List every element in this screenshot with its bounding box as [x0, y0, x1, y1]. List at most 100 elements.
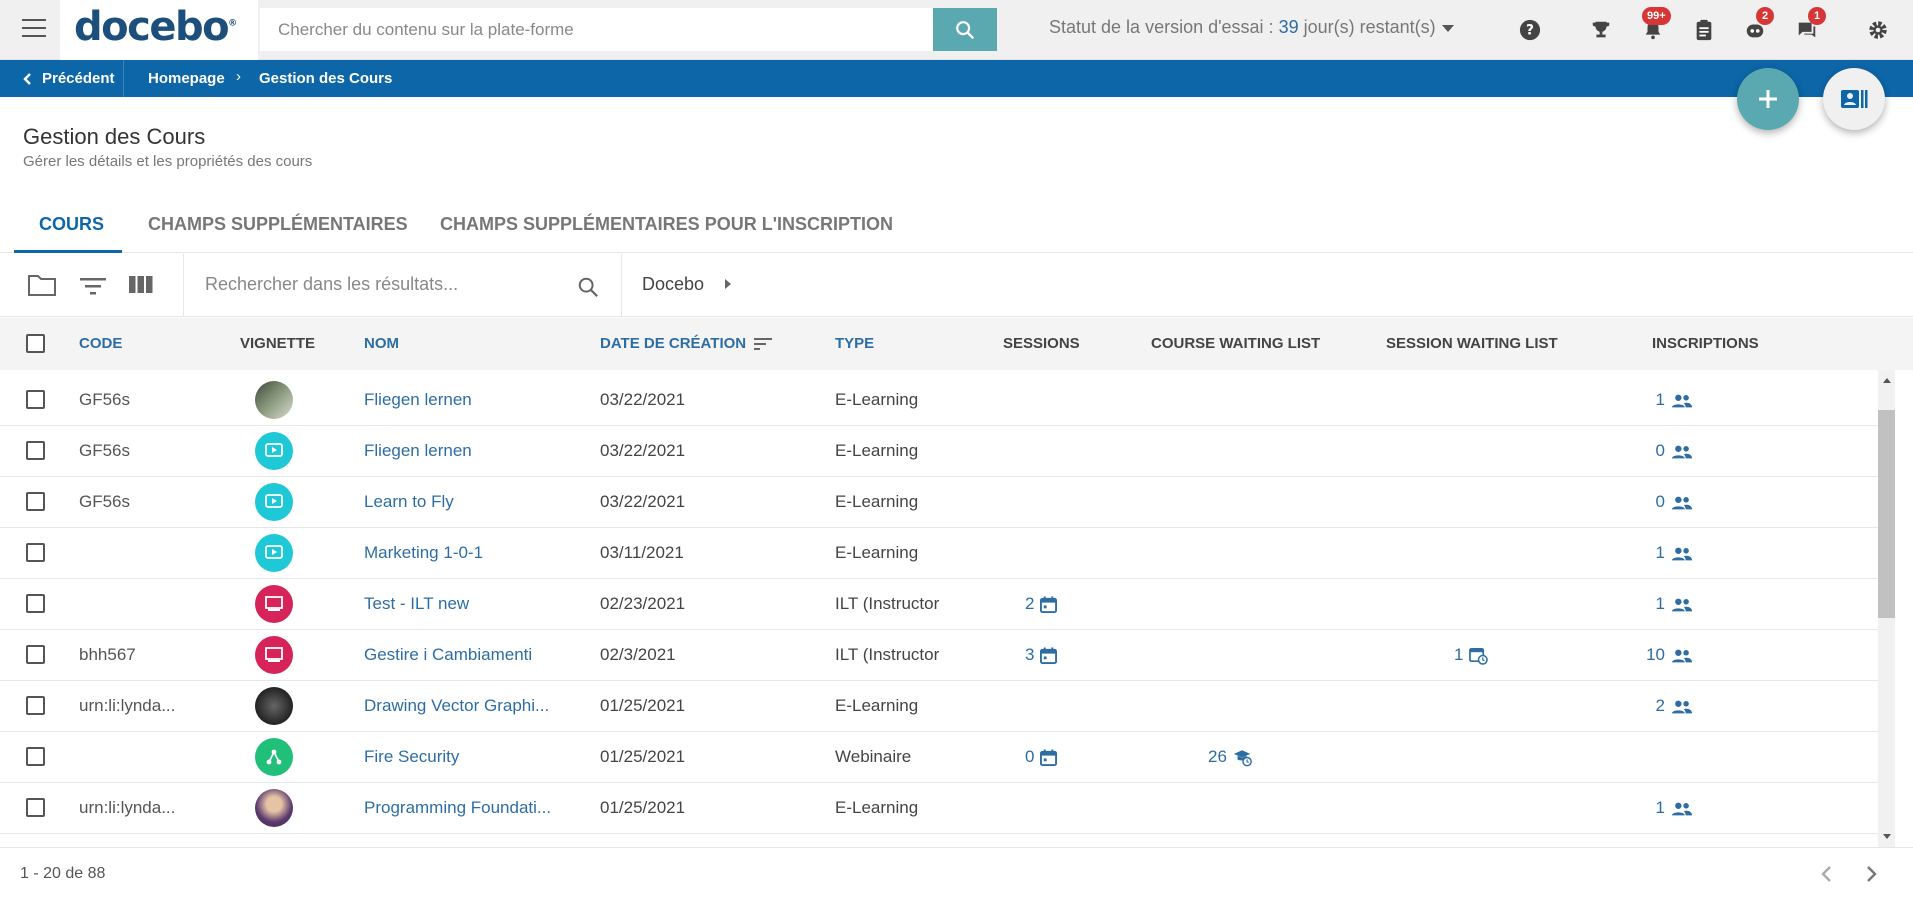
gear-icon[interactable] — [1865, 17, 1891, 43]
enrollments-cell[interactable]: 2 — [1656, 696, 1693, 716]
enrollments-count[interactable]: 1 — [1656, 798, 1665, 817]
select-all-checkbox[interactable] — [26, 334, 45, 353]
tab-champs-supplementaires[interactable]: CHAMPS SUPPLÉMENTAIRES — [148, 214, 408, 235]
notifications-badge: 99+ — [1642, 7, 1671, 25]
enrollments-count[interactable]: 1 — [1656, 543, 1665, 562]
tab-cours[interactable]: COURS — [39, 214, 104, 235]
row-checkbox[interactable] — [26, 747, 45, 766]
table-row[interactable] — [0, 834, 1878, 837]
course-waiting-count[interactable]: 26 — [1208, 747, 1227, 766]
enrollments-count[interactable]: 0 — [1656, 441, 1665, 460]
folder-breadcrumb[interactable]: Docebo — [642, 274, 733, 295]
row-checkbox[interactable] — [26, 441, 45, 460]
scroll-down-arrow[interactable] — [1878, 829, 1895, 845]
tab-champs-inscription[interactable]: CHAMPS SUPPLÉMENTAIRES POUR L'INSCRIPTIO… — [440, 214, 893, 235]
help-icon[interactable]: ? — [1517, 17, 1543, 43]
session-waiting-cell[interactable]: 1 — [1454, 645, 1489, 665]
course-name-link[interactable]: Test - ILT new — [364, 594, 469, 614]
course-name-link[interactable]: Marketing 1-0-1 — [364, 543, 483, 563]
table-row[interactable]: GF56s Fliegen lernen 03/22/2021 E-Learning 1 — [0, 375, 1878, 426]
enrollments-count[interactable]: 0 — [1656, 492, 1665, 511]
scrollbar-thumb[interactable] — [1878, 410, 1895, 618]
course-name-link[interactable]: Fire Security — [364, 747, 459, 767]
menu-icon[interactable] — [22, 19, 46, 39]
row-checkbox[interactable] — [26, 543, 45, 562]
enrollments-cell[interactable]: 1 — [1656, 798, 1693, 818]
user-card-button[interactable] — [1823, 68, 1885, 130]
search-button[interactable] — [933, 8, 997, 51]
row-checkbox[interactable] — [26, 798, 45, 817]
table-row[interactable]: Marketing 1-0-1 03/11/2021 E-Learning 1 — [0, 528, 1878, 579]
caret-down-icon — [1441, 24, 1454, 32]
table-row[interactable]: GF56s Learn to Fly 03/22/2021 E-Learning 0 — [0, 477, 1878, 528]
row-checkbox[interactable] — [26, 645, 45, 664]
columns-icon[interactable] — [129, 275, 153, 300]
enrollments-count[interactable]: 2 — [1656, 696, 1665, 715]
breadcrumb-current: Gestion des Cours — [259, 70, 393, 87]
share-icon — [266, 749, 282, 765]
course-name-link[interactable]: Learn to Fly — [364, 492, 454, 512]
toolbar-divider — [183, 254, 184, 317]
calendar-icon — [1040, 596, 1058, 614]
course-name-link[interactable]: Drawing Vector Graphi... — [364, 696, 549, 716]
enrollments-cell[interactable]: 10 — [1646, 645, 1693, 665]
top-bar: docebo® Chercher du contenu sur la plate… — [0, 0, 1913, 60]
row-checkbox[interactable] — [26, 390, 45, 409]
session-waiting-count[interactable]: 1 — [1454, 645, 1463, 664]
course-name-link[interactable]: Fliegen lernen — [364, 441, 472, 461]
enrollments-cell[interactable]: 1 — [1656, 390, 1693, 410]
column-type[interactable]: TYPE — [835, 335, 874, 352]
enrollments-cell[interactable]: 1 — [1656, 543, 1693, 563]
filter-icon[interactable] — [80, 276, 106, 301]
enrollments-cell[interactable]: 0 — [1656, 441, 1693, 461]
sessions-count[interactable]: 3 — [1025, 645, 1034, 664]
bot-icon[interactable]: 2 — [1742, 7, 1774, 43]
course-name-link[interactable]: Programming Foundati... — [364, 798, 551, 818]
sessions-count[interactable]: 0 — [1025, 747, 1034, 766]
platform-search-input[interactable]: Chercher du contenu sur la plate-forme — [260, 8, 933, 51]
add-button[interactable] — [1737, 68, 1799, 130]
table-row[interactable]: bhh567 Gestire i Cambiamenti 02/3/2021 ILT … — [0, 630, 1878, 681]
bell-icon[interactable]: 99+ — [1640, 7, 1671, 43]
course-name-link[interactable]: Fliegen lernen — [364, 390, 472, 410]
enrollments-count[interactable]: 1 — [1656, 594, 1665, 613]
table-row[interactable]: Test - ILT new 02/23/2021 ILT (Instructor 2… — [0, 579, 1878, 630]
course-waiting-cell[interactable]: 26 — [1208, 747, 1253, 767]
messages-badge: 1 — [1808, 7, 1826, 25]
folder-icon[interactable] — [27, 272, 57, 303]
column-created[interactable]: DATE DE CRÉATION — [600, 335, 773, 352]
previous-page-button[interactable] — [1815, 862, 1837, 886]
table-row[interactable]: urn:li:lynda... Drawing Vector Graphi... 0… — [0, 681, 1878, 732]
course-name-link[interactable]: Gestire i Cambiamenti — [364, 645, 532, 665]
trial-status[interactable]: Statut de la version d'essai : 39 jour(s… — [1049, 17, 1454, 38]
row-checkbox[interactable] — [26, 594, 45, 613]
table-row[interactable]: GF56s Fliegen lernen 03/22/2021 E-Learning 0 — [0, 426, 1878, 477]
next-page-button[interactable] — [1861, 862, 1883, 886]
chat-icon[interactable]: 1 — [1794, 7, 1826, 43]
enrollments-cell[interactable]: 0 — [1656, 492, 1693, 512]
enrollments-count[interactable]: 1 — [1656, 390, 1665, 409]
table-row[interactable]: Fire Security 01/25/2021 Webinaire 0 26 — [0, 732, 1878, 783]
sessions-count[interactable]: 2 — [1025, 594, 1034, 613]
column-name[interactable]: NOM — [364, 335, 399, 352]
sessions-cell[interactable]: 2 — [1025, 594, 1058, 614]
table-row[interactable]: urn:li:lynda... Programming Foundati... 01… — [0, 783, 1878, 834]
clipboard-icon[interactable] — [1691, 17, 1717, 43]
back-button[interactable]: Précédent — [0, 60, 124, 97]
contact-card-icon — [1841, 90, 1868, 108]
enrollments-cell[interactable]: 1 — [1656, 594, 1693, 614]
search-icon[interactable] — [577, 276, 599, 303]
enrollments-count[interactable]: 10 — [1646, 645, 1665, 664]
course-photo-thumbnail — [255, 687, 293, 725]
users-icon — [1671, 802, 1693, 815]
logo-container[interactable]: docebo® — [60, 0, 258, 60]
row-checkbox[interactable] — [26, 696, 45, 715]
trophy-icon[interactable] — [1588, 17, 1614, 43]
results-search-input[interactable]: Rechercher dans les résultats... — [205, 274, 458, 295]
column-code[interactable]: CODE — [79, 335, 122, 352]
row-checkbox[interactable] — [26, 492, 45, 511]
sessions-cell[interactable]: 0 — [1025, 747, 1058, 767]
scroll-up-arrow[interactable] — [1878, 372, 1895, 388]
breadcrumb-homepage[interactable]: Homepage — [148, 70, 225, 87]
sessions-cell[interactable]: 3 — [1025, 645, 1058, 665]
